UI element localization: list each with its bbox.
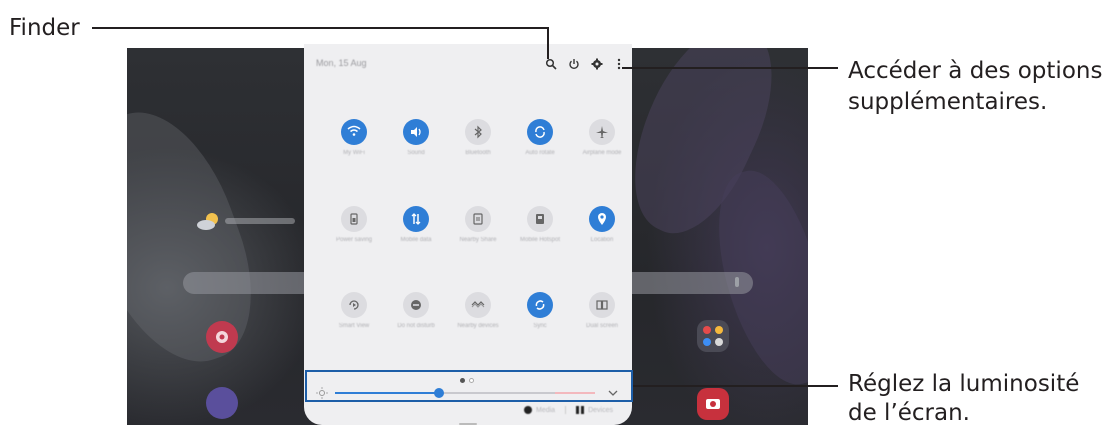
tile-mobile-hotspot-label: Mobile Hotspot <box>519 237 561 243</box>
tile-location-button[interactable] <box>589 206 615 232</box>
devices-icon[interactable] <box>576 406 585 414</box>
tile-location[interactable]: Location <box>562 206 642 276</box>
settings-icon[interactable] <box>591 58 603 70</box>
bluetooth-icon <box>474 125 482 139</box>
sync-icon <box>535 300 545 310</box>
volume-icon <box>411 127 421 137</box>
tile-location-label: Location <box>590 237 614 243</box>
search-icon[interactable] <box>545 58 557 70</box>
flower-icon <box>216 331 228 343</box>
finder-callout-line <box>92 27 548 29</box>
tile-do-not-disturb-button[interactable] <box>403 292 429 318</box>
planet-app-icon[interactable] <box>206 387 238 419</box>
tile-bluetooth-label: Bluetooth <box>465 150 491 156</box>
share-icon <box>473 213 483 225</box>
tile-dual-screen-label: Dual screen <box>585 323 618 329</box>
battery-icon <box>350 213 358 225</box>
tile-power-saving-button[interactable] <box>341 206 367 232</box>
tile-smart-view-label: Smart View <box>338 323 370 329</box>
brightness-callout-line-2: de l’écran. <box>848 400 970 426</box>
weather-icon <box>197 213 218 230</box>
options-callout-line-1: Accéder à des options <box>848 58 1103 84</box>
brightness-callout-line-1: Réglez la luminosité <box>848 371 1080 397</box>
flower-app-icon[interactable] <box>206 321 238 353</box>
rotate-icon <box>535 126 545 138</box>
app-folder-icon <box>703 326 723 346</box>
data-transfer-icon <box>411 213 421 225</box>
tile-nearby-devices-button[interactable] <box>465 292 491 318</box>
nearby-icon <box>471 301 485 308</box>
tile-dual-screen-button[interactable] <box>589 292 615 318</box>
do-not-disturb-icon <box>411 300 421 310</box>
tile-wifi-button[interactable] <box>341 119 367 145</box>
airplane-icon <box>596 126 608 138</box>
options-callout-line-2: supplémentaires. <box>848 89 1048 115</box>
brightness-highlight-box <box>305 370 633 402</box>
mic-icon[interactable] <box>735 277 739 287</box>
media-button[interactable]: Media <box>536 407 555 414</box>
tile-dual-screen[interactable]: Dual screen <box>562 292 642 362</box>
tile-sync-button[interactable] <box>527 292 553 318</box>
tile-do-not-disturb-label: Do not disturb <box>397 323 435 329</box>
tile-bluetooth-button[interactable] <box>465 119 491 145</box>
tile-mobile-hotspot-button[interactable] <box>527 206 553 232</box>
wallpaper-leaf <box>127 91 278 385</box>
tile-airplane-mode-label: Airplane mode <box>582 150 622 156</box>
tile-wifi-label: My WiFi <box>343 150 365 156</box>
brightness-callout-line <box>633 385 838 387</box>
book-icon <box>596 300 608 310</box>
tile-mobile-data-button[interactable] <box>403 206 429 232</box>
location-icon <box>598 213 606 225</box>
panel-bottom-bar: Media Devices <box>524 403 613 417</box>
wifi-icon <box>347 125 361 136</box>
finder-callout-line <box>547 27 549 59</box>
tile-smart-view-button[interactable] <box>341 292 367 318</box>
tile-nearby-share-button[interactable] <box>465 206 491 232</box>
tile-mobile-data-label: Mobile data <box>400 237 432 243</box>
devices-button[interactable]: Devices <box>588 407 613 414</box>
tile-sync-label: Sync <box>533 323 547 329</box>
tile-airplane-mode-button[interactable] <box>589 119 615 145</box>
camera-icon <box>706 399 720 409</box>
tile-power-saving-label: Power saving <box>335 237 373 243</box>
panel-date: Mon, 15 Aug <box>316 58 367 68</box>
tile-auto-rotate-button[interactable] <box>527 119 553 145</box>
options-callout-line <box>622 67 838 69</box>
quick-panel: Mon, 15 Aug My WiFi Sound Bluetooth Auto ro… <box>304 44 632 425</box>
tile-sound-button[interactable] <box>403 119 429 145</box>
widget-text-blur <box>225 218 295 224</box>
hotspot-icon <box>536 214 544 224</box>
bottom-bar-divider <box>565 406 567 414</box>
finder-callout: Finder <box>9 15 80 41</box>
power-icon[interactable] <box>568 58 580 70</box>
tile-sound-label: Sound <box>407 150 425 156</box>
tile-auto-rotate-label: Auto rotate <box>525 150 555 156</box>
tile-nearby-devices-label: Nearby devices <box>457 323 499 329</box>
camera-app-icon[interactable] <box>697 388 729 420</box>
smart-view-icon <box>349 300 359 310</box>
folder-app-icon[interactable] <box>697 320 729 352</box>
tile-nearby-share-label: Nearby Share <box>459 237 497 243</box>
media-icon[interactable] <box>524 406 532 414</box>
tile-airplane-mode[interactable]: Airplane mode <box>562 119 642 189</box>
